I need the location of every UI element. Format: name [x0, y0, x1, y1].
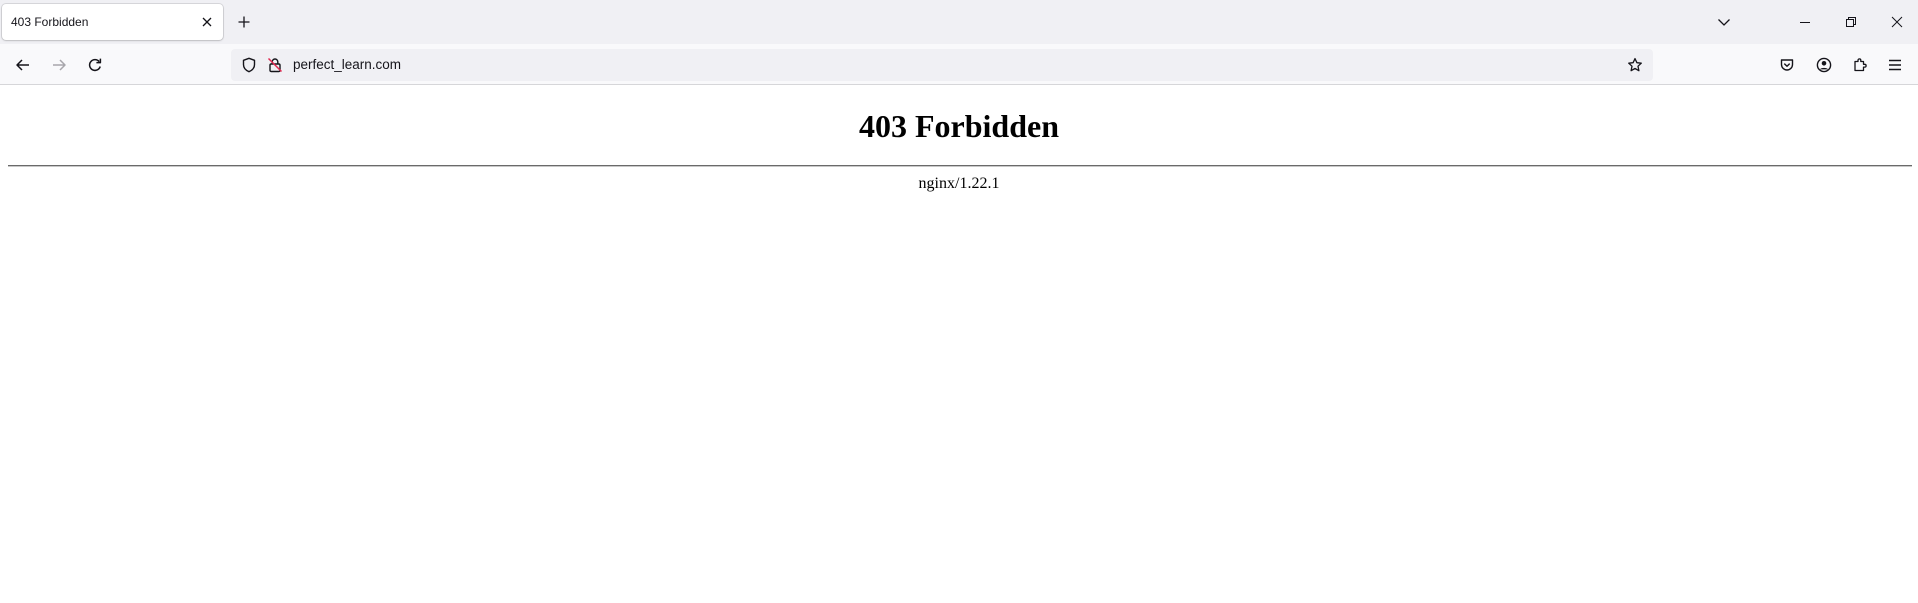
close-window-icon[interactable]: [1874, 0, 1918, 44]
tab-active[interactable]: 403 Forbidden: [2, 4, 223, 40]
tab-strip: 403 Forbidden: [0, 0, 1918, 44]
bookmark-star-icon[interactable]: [1623, 53, 1647, 77]
pocket-icon[interactable]: [1771, 49, 1803, 81]
puzzle-icon[interactable]: [1844, 49, 1876, 81]
list-all-tabs-chevron-down-icon[interactable]: [1710, 8, 1738, 36]
restore-icon[interactable]: [1828, 0, 1874, 44]
tab-close-icon[interactable]: [195, 10, 219, 34]
url-bar[interactable]: perfect_learn.com: [231, 49, 1653, 81]
account-icon[interactable]: [1808, 49, 1840, 81]
forward-arrow-right-icon[interactable]: [43, 49, 75, 81]
divider: [8, 165, 1912, 167]
url-text[interactable]: perfect_learn.com: [293, 49, 401, 81]
minimize-icon[interactable]: [1782, 0, 1828, 44]
hamburger-menu-icon[interactable]: [1879, 49, 1911, 81]
new-tab-plus-icon[interactable]: [232, 8, 256, 36]
back-arrow-left-icon[interactable]: [7, 49, 39, 81]
page-content: 403 Forbidden nginx/1.22.1: [0, 86, 1918, 603]
insecure-lock-icon[interactable]: [263, 53, 287, 77]
navigation-toolbar: perfect_learn.com: [0, 44, 1918, 85]
error-heading: 403 Forbidden: [858, 108, 1060, 144]
reload-icon[interactable]: [79, 49, 111, 81]
tab-title: 403 Forbidden: [11, 15, 89, 29]
server-signature: nginx/1.22.1: [918, 175, 1000, 192]
shield-icon[interactable]: [237, 53, 261, 77]
